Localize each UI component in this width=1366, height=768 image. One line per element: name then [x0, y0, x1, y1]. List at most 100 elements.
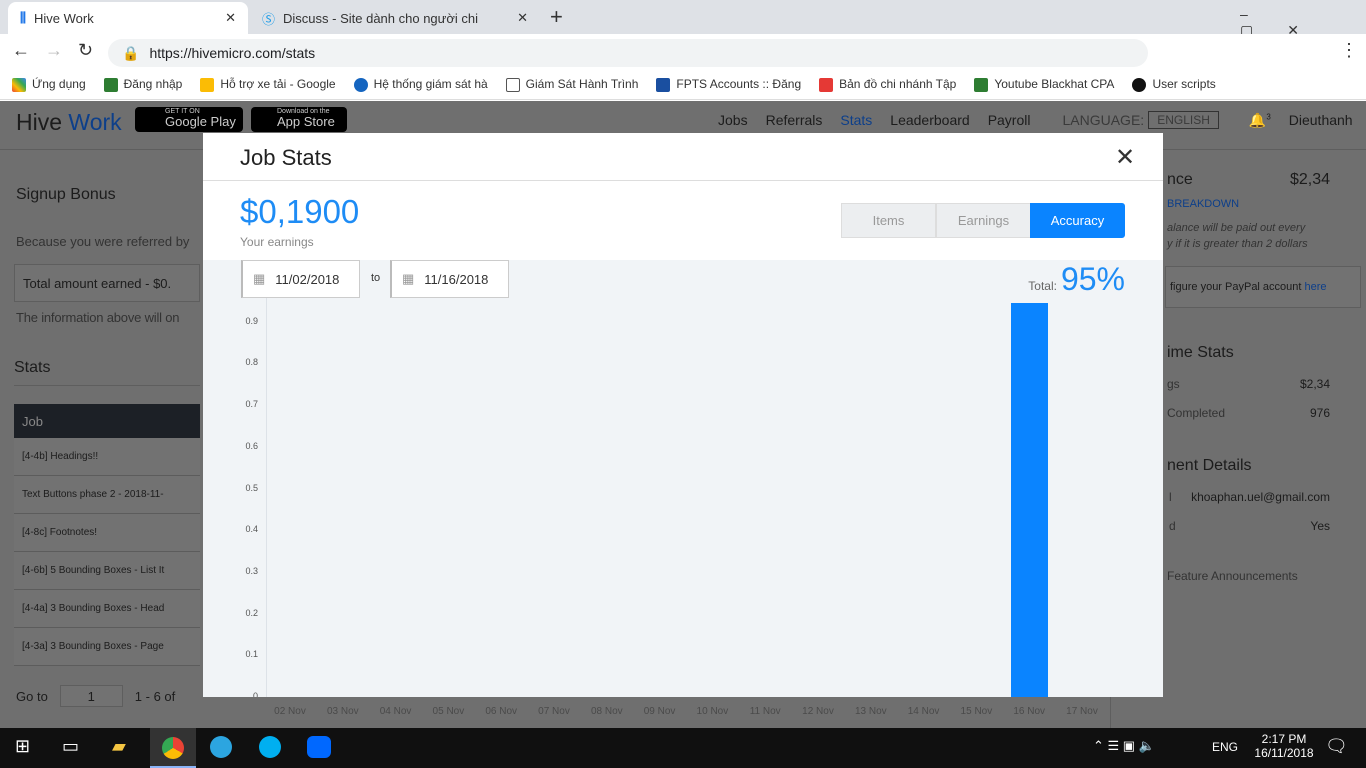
clock[interactable]: 2:17 PM 16/11/2018: [1252, 732, 1316, 760]
site-logo[interactable]: Hive Work: [16, 109, 122, 136]
balance-label: nce: [1167, 171, 1193, 188]
nav-jobs[interactable]: Jobs: [718, 113, 748, 127]
table-row[interactable]: Text Buttons phase 2 - 2018-11-: [14, 476, 200, 514]
language-label: LANGUAGE:: [1062, 112, 1145, 128]
telegram-icon[interactable]: [210, 736, 232, 758]
bookmark[interactable]: Youtube Blackhat CPA: [974, 77, 1114, 92]
total-accuracy: Total: 95%: [1028, 261, 1125, 298]
total-earned: Total amount earned - $0.: [14, 264, 200, 302]
tray-icons[interactable]: ⌃ ☰ ▣ 🔈: [1093, 738, 1155, 754]
notification-count: 3: [1266, 112, 1271, 122]
calendar-icon: ▦: [402, 271, 415, 286]
wh-icon: [974, 77, 989, 92]
google-play-badge[interactable]: GET IT ON Google Play: [135, 107, 243, 132]
close-tab-icon[interactable]: ✕: [517, 10, 528, 26]
bookmark-label: Hỗ trợ xe tải - Google: [220, 77, 336, 92]
bookmark[interactable]: Ứng dụng: [12, 77, 86, 92]
date-from-input[interactable]: ▦ 11/02/2018: [241, 260, 360, 298]
date-to-input[interactable]: ▦ 11/16/2018: [390, 260, 509, 298]
lifetime-title: ime Stats: [1167, 344, 1234, 361]
new-tab-button[interactable]: +: [550, 4, 563, 30]
earnings-value: $2,34: [1299, 377, 1330, 391]
dollar-icon: Ⓢ: [262, 11, 276, 27]
email-value: khoaphan.uel@gmail.com: [1191, 490, 1330, 504]
jobs-table: Job [4-4b] Headings!! Text Buttons phase…: [14, 404, 200, 666]
y-tick-label: 0: [252, 691, 258, 697]
chrome-icon[interactable]: [150, 728, 196, 768]
tab-accuracy[interactable]: Accuracy: [1030, 203, 1125, 238]
bookmark[interactable]: Hỗ trợ xe tải - Google: [200, 77, 336, 92]
language-select[interactable]: ENGLISH: [1148, 111, 1219, 129]
back-icon[interactable]: ←: [12, 40, 30, 61]
breakdown-link[interactable]: BREAKDOWN: [1167, 198, 1239, 210]
x-tick-label: 12 Nov: [802, 706, 834, 717]
pagination: Go to 1 1 - 6 of: [16, 685, 175, 707]
earnings-label: gs: [1167, 377, 1180, 391]
bookmark[interactable]: FPTS Accounts :: Đăng: [656, 77, 801, 92]
user-menu[interactable]: Dieuthanh: [1289, 113, 1353, 127]
nav-leaderboard[interactable]: Leaderboard: [890, 113, 969, 127]
x-tick-label: 16 Nov: [1013, 706, 1046, 717]
clock-date: 16/11/2018: [1254, 746, 1314, 760]
y-tick-label: 0.1: [245, 649, 258, 660]
apps-icon: [12, 77, 26, 92]
bookmark[interactable]: Bản đồ chi nhánh Tập: [819, 77, 956, 92]
file-explorer-icon[interactable]: ▰: [112, 736, 126, 757]
zalo-icon[interactable]: [307, 736, 331, 758]
close-icon[interactable]: ✕: [1115, 143, 1135, 172]
skype-icon[interactable]: [259, 736, 281, 758]
x-tick-label: 06 Nov: [485, 706, 518, 717]
table-row[interactable]: [4-8c] Footnotes!: [14, 514, 200, 552]
bookmark[interactable]: User scripts: [1132, 77, 1216, 92]
info-text: The information above will on: [16, 310, 180, 325]
table-row[interactable]: [4-4b] Headings!!: [14, 438, 200, 476]
x-tick-label: 11 Nov: [749, 706, 781, 717]
user-scripts-icon: [1132, 77, 1147, 92]
nav-stats[interactable]: Stats: [840, 113, 872, 127]
x-tick-label: 05 Nov: [432, 706, 465, 717]
tab-earnings[interactable]: Earnings: [936, 203, 1031, 238]
close-tab-icon[interactable]: ✕: [225, 10, 236, 26]
announcements-toggle[interactable]: Feature Announcements: [1167, 569, 1298, 583]
address-bar[interactable]: 🔒 https://hivemicro.com/stats: [108, 39, 1148, 67]
notifications-icon[interactable]: 🗨: [1325, 736, 1348, 757]
tab-hive-work[interactable]: ⫼ Hive Work ✕: [8, 2, 248, 34]
bookmark[interactable]: Đăng nhập: [103, 77, 182, 92]
reload-icon[interactable]: ↻: [78, 40, 93, 61]
table-row[interactable]: [4-3a] 3 Bounding Boxes - Page: [14, 628, 200, 666]
tab-items[interactable]: Items: [841, 203, 936, 238]
app-store-badge[interactable]: Download on the App Store: [251, 107, 347, 132]
x-tick-label: 02 Nov: [274, 706, 306, 717]
bookmark[interactable]: Hệ thống giám sát hà: [353, 77, 488, 92]
windows-start-icon[interactable]: ⊞: [15, 736, 30, 757]
payment-title: nent Details: [1167, 457, 1252, 474]
nav-payroll[interactable]: Payroll: [988, 113, 1031, 127]
earnings-amount: $0,1900: [240, 193, 360, 230]
job-stats-modal: Job Stats ✕ $0,1900 Your earnings Items …: [203, 133, 1163, 697]
bar[interactable]: [1011, 302, 1049, 697]
bookmark-label: Bản đồ chi nhánh Tập: [839, 77, 957, 92]
y-tick-label: 0.2: [245, 607, 258, 618]
paypal-box: figure your PayPal account here: [1165, 266, 1361, 308]
forward-icon[interactable]: →: [45, 40, 63, 61]
x-tick-label: 15 Nov: [960, 706, 993, 717]
bookmark[interactable]: Giám Sát Hành Trình: [505, 77, 638, 92]
tab-discuss[interactable]: Ⓢ Discuss - Site dành cho người chi ✕: [250, 2, 540, 34]
modal-title: Job Stats: [240, 145, 332, 170]
paypal-link[interactable]: here: [1305, 281, 1327, 293]
bell-icon[interactable]: 🔔3: [1249, 113, 1271, 127]
nav-referrals[interactable]: Referrals: [766, 113, 823, 127]
input-language[interactable]: ENG: [1212, 740, 1238, 754]
table-row[interactable]: [4-6b] 5 Bounding Boxes - List It: [14, 552, 200, 590]
badge-big: Google Play: [165, 114, 236, 129]
table-row[interactable]: [4-4a] 3 Bounding Boxes - Head: [14, 590, 200, 628]
y-tick-label: 0.4: [245, 524, 258, 535]
stats-title: Stats: [14, 359, 200, 386]
task-view-icon[interactable]: ▭: [62, 736, 79, 757]
y-tick-label: 0.9: [245, 315, 258, 326]
x-tick-label: 09 Nov: [643, 706, 676, 717]
menu-icon[interactable]: ⋮: [1340, 40, 1358, 61]
bookmark-label: Youtube Blackhat CPA: [994, 77, 1115, 92]
bookmark-label: FPTS Accounts :: Đăng: [676, 77, 802, 92]
goto-input[interactable]: 1: [59, 685, 123, 707]
